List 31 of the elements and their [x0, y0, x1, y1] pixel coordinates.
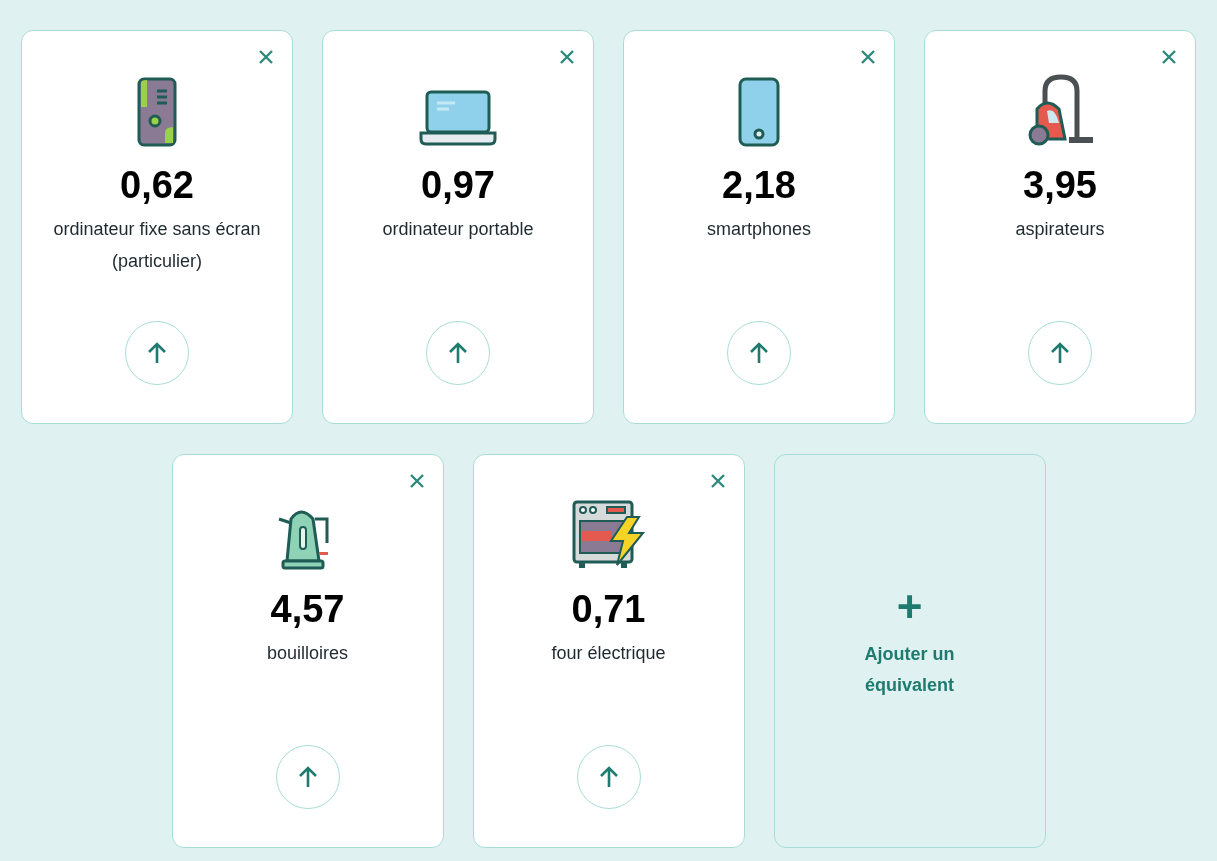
- computer-tower-icon: [137, 77, 177, 147]
- arrow-up-icon: [147, 342, 167, 364]
- laptop-icon: [419, 89, 497, 147]
- close-icon[interactable]: [1161, 49, 1177, 65]
- equipment-label: four électrique: [550, 642, 667, 665]
- arrow-up-icon: [448, 342, 468, 364]
- value-text: 0,71: [571, 587, 646, 631]
- close-icon[interactable]: [860, 49, 876, 65]
- electric-oven-icon: [570, 499, 647, 571]
- value-text: 0,97: [421, 163, 495, 207]
- arrow-up-icon: [598, 766, 619, 788]
- add-card[interactable]: + Ajouter un équivalent: [773, 454, 1046, 848]
- arrow-up-icon: [1050, 342, 1070, 364]
- equipment-label: bouilloires: [265, 642, 349, 665]
- value-text: 4,57: [270, 587, 345, 631]
- close-icon[interactable]: [559, 49, 575, 65]
- smartphone-icon: [738, 77, 780, 147]
- arrow-up-icon: [749, 342, 769, 364]
- arrow-up-icon: [297, 766, 318, 788]
- close-icon[interactable]: [258, 49, 274, 65]
- value-text: 0,62: [120, 163, 194, 207]
- add-equivalent-label: Ajouter un équivalent: [863, 643, 956, 697]
- equipment-label: ordinateur fixe sans écran (particulier): [52, 218, 262, 273]
- equipment-label: aspirateurs: [1014, 218, 1106, 241]
- close-icon[interactable]: [408, 473, 425, 489]
- equipment-label: smartphones: [705, 218, 813, 241]
- value-text: 3,95: [1023, 163, 1097, 207]
- plus-icon: +: [896, 585, 923, 629]
- close-icon[interactable]: [709, 473, 726, 489]
- value-text: 2,18: [722, 163, 796, 207]
- equipment-label: ordinateur portable: [381, 218, 535, 241]
